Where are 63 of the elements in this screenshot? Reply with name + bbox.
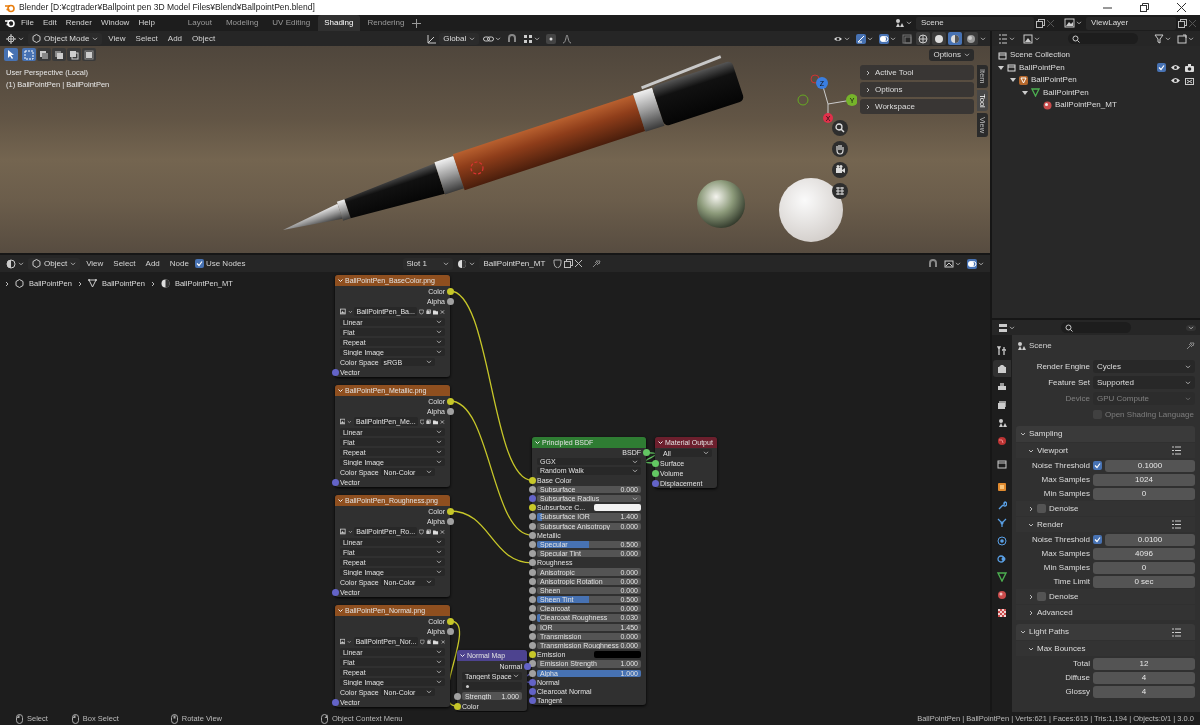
menu-item[interactable]: View [104,32,130,45]
number-field[interactable]: 0 [1093,487,1195,500]
property-dropdown[interactable]: Cycles [1093,360,1195,373]
workspace-tab[interactable]: UV Editing [266,15,317,31]
menu-item[interactable]: Object [188,32,220,45]
number-field[interactable]: 0.0100 [1105,533,1195,546]
menu-item[interactable]: Window [96,17,134,29]
menu-item[interactable]: Select [109,257,140,270]
panel-header[interactable]: Sampling [1016,426,1195,442]
number-field[interactable]: 0.1000 [1105,459,1195,472]
number-field[interactable]: 12 [1093,657,1195,670]
menu-item[interactable]: Node [165,257,193,270]
menu-item[interactable]: Render [61,17,96,29]
workspace-tab[interactable]: Modeling [219,15,265,31]
outliner-item[interactable]: BallPointPen [1031,75,1077,86]
orientation-dropdown[interactable]: Global [439,32,480,45]
object-dropdown[interactable]: Object [28,257,81,270]
number-field[interactable]: 0 sec [1093,575,1195,588]
property-label: Device [1064,393,1090,404]
panel-header[interactable]: Light Paths [1016,624,1195,640]
outliner-item[interactable]: BallPointPen [1043,87,1089,98]
slot-dropdown[interactable]: Slot 1 [402,257,453,270]
view-layer-field[interactable]: ViewLayer [1086,16,1176,30]
workspace-tab[interactable]: Shading [318,15,360,31]
sidebar-panel-header[interactable]: Active Tool [860,65,974,80]
window-title: Blender [D:¥cgtrader¥Ballpoint pen 3D Model Files¥Blend¥BallpointPen.blend] [19,2,315,13]
number-field[interactable]: 4 [1093,685,1195,698]
menu-item[interactable]: View [82,257,108,270]
scene-field[interactable]: Scene [916,16,1034,30]
object-mode-dropdown[interactable]: Object Mode [28,32,103,45]
property-label: Diffuse [1064,672,1090,683]
context-title: Scene [1029,340,1052,351]
property-label: Min Samples [1042,488,1090,499]
property-label: Min Samples [1042,562,1090,573]
property-label: Max Samples [1040,474,1090,485]
property-label: Time Limit [1052,576,1090,587]
property-dropdown[interactable]: Supported [1093,376,1195,389]
property-label: Noise Threshold [1030,460,1090,471]
outliner-item[interactable]: BallPointPen_MT [1055,100,1117,111]
property-label: Max Samples [1040,548,1090,559]
outliner-item[interactable]: Scene Collection [1010,50,1071,61]
sidebar-panel-header[interactable]: Options [860,82,974,97]
outliner-item[interactable]: BallPointPen [1019,62,1065,73]
property-label: Noise Threshold [1030,534,1090,545]
property-label: Feature Set [1047,377,1090,388]
menu-item[interactable]: File [17,17,38,29]
property-label: Render Engine [1035,361,1090,372]
menu-item[interactable]: Select [131,32,162,45]
menu-item[interactable]: Add [141,257,164,270]
sidebar-panel-header[interactable]: Workspace [860,99,974,114]
menu-item[interactable]: Help [134,17,159,29]
menu-item[interactable]: Edit [38,17,61,29]
number-field[interactable]: 4 [1093,671,1195,684]
property-label: Glossy [1064,686,1090,697]
menu-item[interactable]: Add [163,32,187,45]
workspace-tab[interactable]: Rendering [361,15,411,31]
property-label: Total [1072,658,1090,669]
number-field[interactable]: 0 [1093,561,1195,574]
checkbox-label[interactable]: Use Nodes [205,258,246,269]
number-field[interactable]: 1024 [1093,473,1195,486]
workspace-tab[interactable]: Layout [181,15,218,31]
number-field[interactable]: 4096 [1093,547,1195,560]
options-dropdown[interactable]: Options [929,49,974,61]
